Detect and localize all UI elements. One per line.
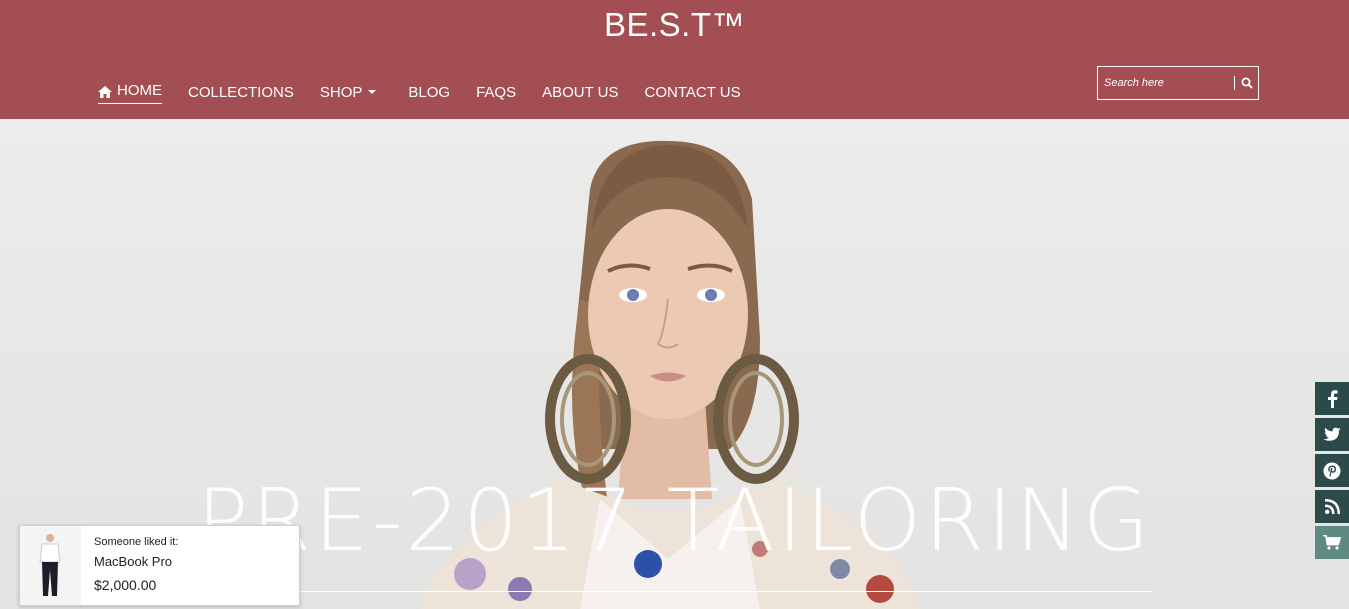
popup-text: Someone liked it: MacBook Pro $2,000.00 [94, 536, 178, 593]
popup-product-name[interactable]: MacBook Pro [94, 554, 178, 569]
facebook-button[interactable] [1315, 382, 1349, 415]
nav-about-label: ABOUT US [542, 83, 619, 101]
hero-underline [240, 591, 1153, 592]
popup-note: Someone liked it: [94, 536, 179, 548]
twitter-icon [1323, 427, 1341, 441]
recent-like-popup[interactable]: Someone liked it: MacBook Pro $2,000.00 [19, 525, 300, 606]
facebook-icon [1328, 389, 1338, 408]
search-input[interactable] [1098, 77, 1226, 89]
rss-button[interactable] [1315, 490, 1349, 523]
nav-blog[interactable]: BLOG [408, 80, 450, 104]
pinterest-icon [1323, 462, 1341, 479]
popup-product-price: $2,000.00 [94, 577, 157, 593]
social-sidebar [1315, 382, 1349, 562]
site-logo[interactable]: BE.S.T™ [0, 6, 1349, 44]
nav-faqs[interactable]: FAQS [476, 80, 516, 104]
nav-home[interactable]: HOME [98, 80, 162, 104]
site-header: BE.S.T™ HOME COLLECTIONS SHOP BLOG FAQS … [0, 0, 1349, 119]
cart-icon [1323, 535, 1341, 550]
nav-blog-label: BLOG [408, 83, 451, 101]
home-icon [98, 85, 112, 98]
search-icon [1241, 77, 1254, 89]
nav-contact-label: CONTACT US [644, 83, 741, 101]
twitter-button[interactable] [1315, 418, 1349, 451]
nav-about-us[interactable]: ABOUT US [542, 80, 618, 104]
nav-collections[interactable]: COLLECTIONS [188, 80, 294, 104]
cart-button[interactable] [1315, 526, 1349, 559]
nav-faqs-label: FAQS [476, 83, 517, 101]
search-button[interactable] [1237, 72, 1258, 94]
nav-contact-us[interactable]: CONTACT US [644, 80, 740, 104]
search-divider [1234, 76, 1235, 90]
nav-shop[interactable]: SHOP [320, 80, 377, 104]
chevron-down-icon [368, 90, 377, 94]
nav-home-label: HOME [117, 82, 162, 99]
pinterest-button[interactable] [1315, 454, 1349, 487]
rss-icon [1324, 499, 1340, 514]
nav-collections-label: COLLECTIONS [188, 83, 294, 101]
product-thumbnail [20, 526, 81, 605]
search-box [1097, 66, 1259, 100]
nav-shop-label: SHOP [319, 83, 363, 101]
main-nav: HOME COLLECTIONS SHOP BLOG FAQS ABOUT US… [98, 80, 767, 104]
